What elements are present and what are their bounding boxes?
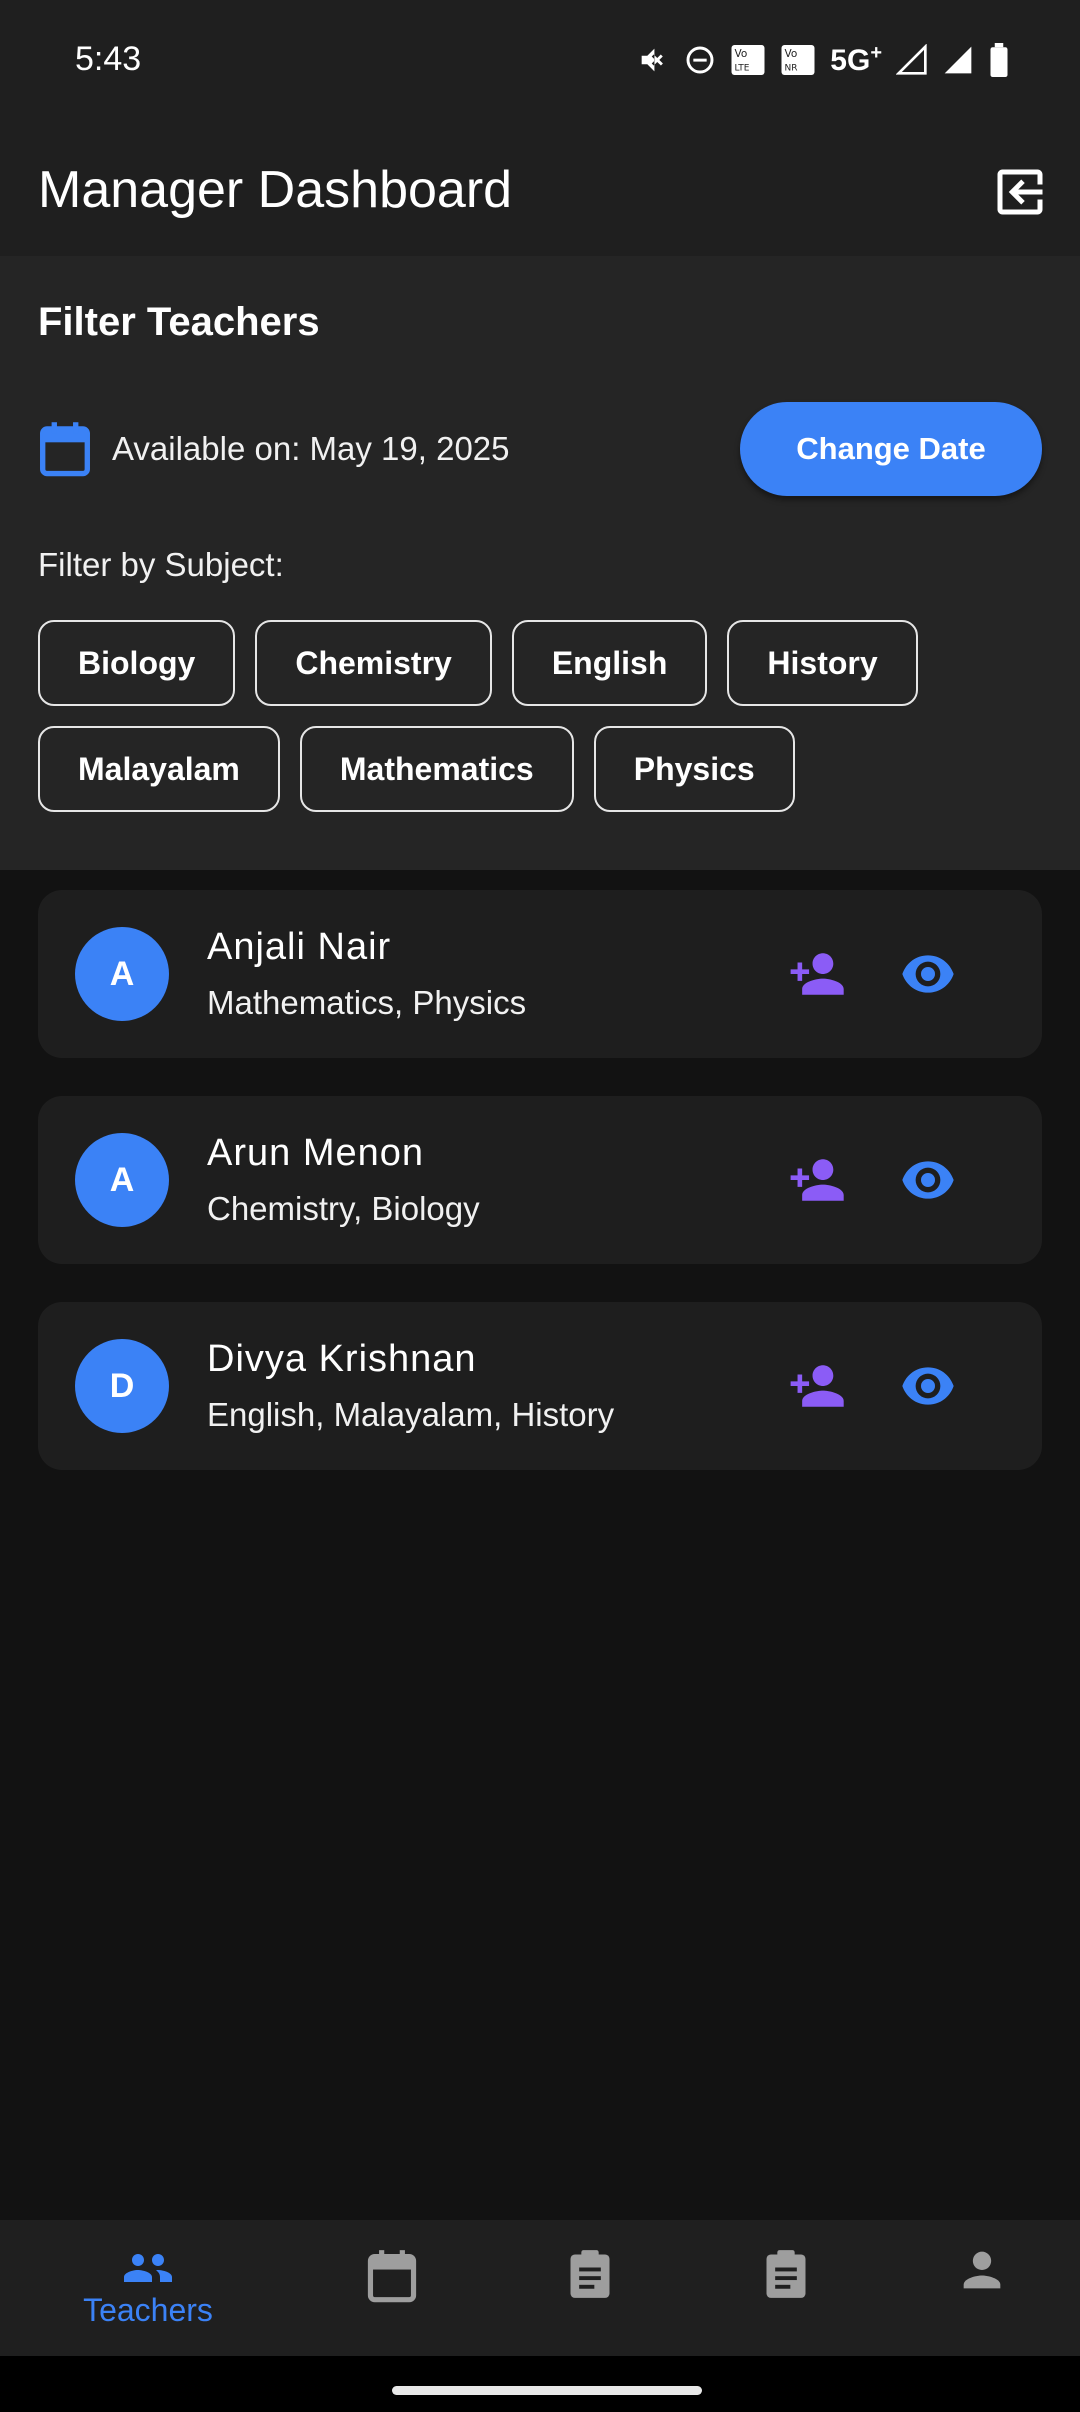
nav-item-teachers[interactable]: Teachers [48, 2220, 248, 2356]
subject-chip-history[interactable]: History [727, 620, 918, 706]
calendar-icon [367, 2250, 417, 2303]
bottom-navigation: Teachers [0, 2220, 1080, 2356]
svg-text:NR: NR [785, 64, 798, 74]
subject-chip-mathematics[interactable]: Mathematics [299, 726, 574, 812]
nav-item-assignments[interactable] [736, 2220, 836, 2356]
teacher-card[interactable]: A Anjali Nair Mathematics, Physics [38, 890, 1042, 1058]
logout-icon[interactable] [990, 162, 1050, 222]
eye-icon[interactable] [900, 1154, 956, 1206]
teacher-subjects: Chemistry, Biology [207, 1190, 480, 1227]
teacher-subjects: English, Malayalam, History [207, 1396, 615, 1433]
person-add-icon[interactable] [786, 1360, 846, 1412]
subject-chip-chemistry[interactable]: Chemistry [255, 620, 492, 706]
status-icons: Vo LTE Vo NR 5G+ [636, 42, 1010, 78]
subject-chip-biology[interactable]: Biology [38, 620, 236, 706]
calendar-icon [40, 422, 90, 477]
available-date-text: Available on: May 19, 2025 [112, 430, 510, 467]
nav-item-calendar[interactable] [342, 2220, 442, 2356]
teacher-card[interactable]: D Divya Krishnan English, Malayalam, His… [38, 1302, 1042, 1470]
app-bar: Manager Dashboard [0, 126, 1080, 256]
status-bar: 5:43 Vo LTE Vo NR 5G+ [0, 0, 1080, 126]
avatar: A [75, 1133, 169, 1227]
battery-icon [990, 43, 1008, 77]
signal-full-icon [944, 46, 972, 74]
network-type: 5G+ [830, 42, 882, 77]
svg-text:Vo: Vo [785, 48, 798, 60]
home-gesture-bar[interactable] [392, 2386, 702, 2395]
teacher-name: Arun Menon [207, 1132, 425, 1174]
eye-icon[interactable] [900, 1360, 956, 1412]
subject-chip-physics[interactable]: Physics [593, 726, 795, 812]
svg-text:LTE: LTE [735, 64, 750, 74]
dnd-icon [686, 46, 714, 74]
change-date-button[interactable]: Change Date [740, 402, 1042, 496]
person-icon [963, 2251, 1001, 2289]
assignment-icon [766, 2250, 806, 2298]
subject-chip-english[interactable]: English [511, 620, 708, 706]
nav-label-teachers: Teachers [83, 2292, 213, 2328]
teacher-subjects: Mathematics, Physics [207, 984, 527, 1021]
avatar: D [75, 1339, 169, 1433]
subject-chip-malayalam[interactable]: Malayalam [38, 726, 280, 812]
eye-icon[interactable] [900, 948, 956, 1000]
page-title: Manager Dashboard [38, 161, 513, 219]
teacher-list: A Anjali Nair Mathematics, Physics A Aru… [38, 890, 1042, 1508]
teacher-name: Anjali Nair [207, 926, 392, 968]
nav-item-profile[interactable] [932, 2220, 1032, 2356]
volte-icon: Vo LTE [731, 45, 765, 75]
svg-text:Vo: Vo [735, 48, 748, 60]
teacher-name: Divya Krishnan [207, 1338, 477, 1380]
gesture-area [0, 2356, 1080, 2412]
subject-filter-label: Filter by Subject: [38, 546, 284, 583]
avatar: A [75, 927, 169, 1021]
nav-item-clipboard[interactable] [540, 2220, 640, 2356]
filter-title: Filter Teachers [38, 300, 320, 344]
signal-icon [896, 44, 927, 75]
person-add-icon[interactable] [786, 948, 846, 1000]
status-time: 5:43 [75, 40, 142, 78]
clipboard-icon [570, 2250, 610, 2298]
filter-panel: Filter Teachers Available on: May 19, 20… [0, 256, 1080, 870]
vonr-icon: Vo NR [781, 45, 815, 75]
mute-icon [641, 48, 664, 72]
subject-chips: Biology Chemistry English History Malaya… [38, 620, 1048, 812]
teacher-card[interactable]: A Arun Menon Chemistry, Biology [38, 1096, 1042, 1264]
group-icon [124, 2254, 172, 2282]
person-add-icon[interactable] [786, 1154, 846, 1206]
